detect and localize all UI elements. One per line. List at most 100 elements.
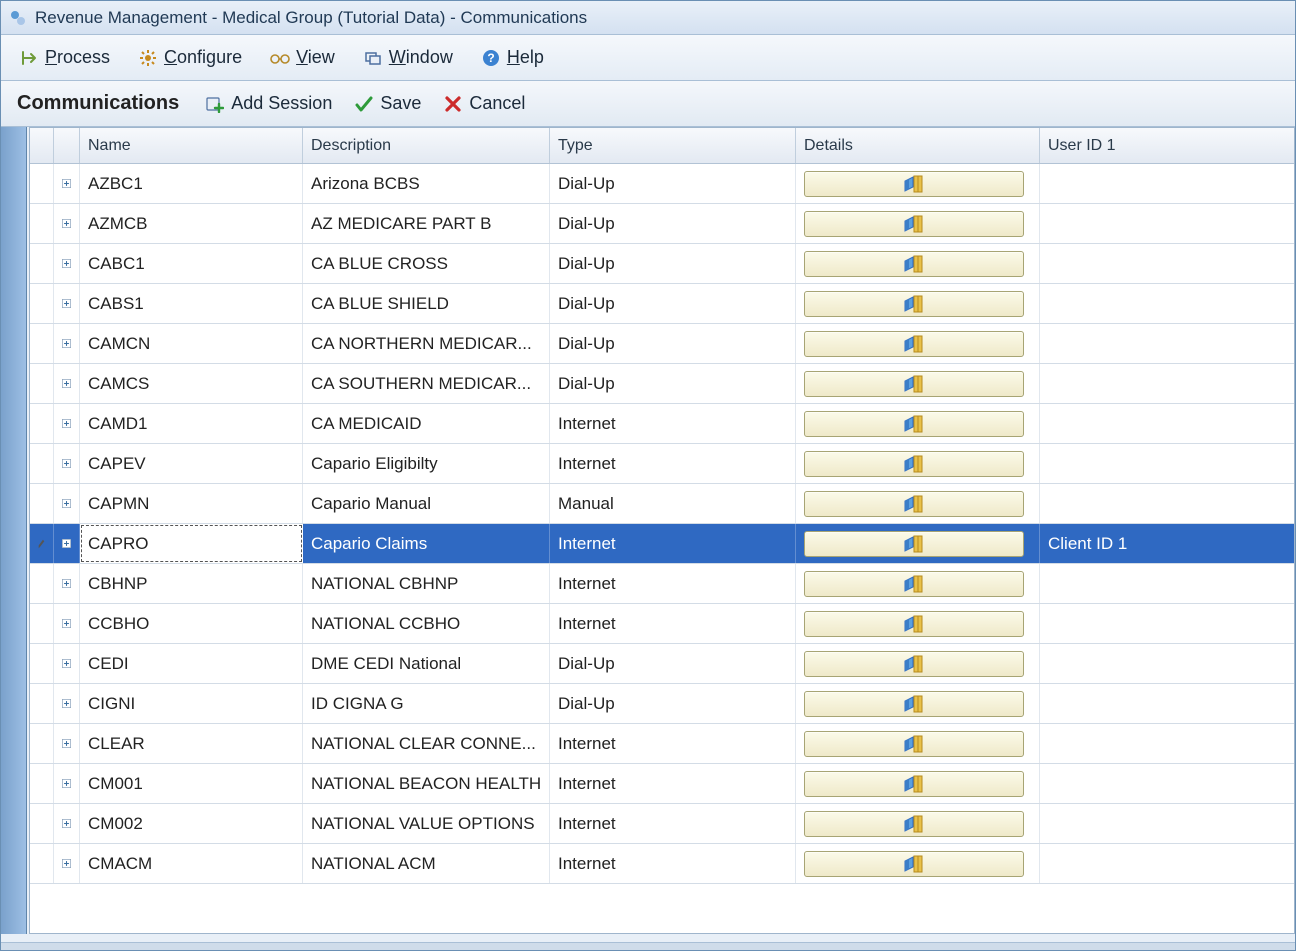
expand-icon[interactable] [54, 164, 80, 203]
expand-icon[interactable] [54, 284, 80, 323]
cell-name[interactable]: CCBHO [80, 604, 303, 643]
expand-icon[interactable] [54, 444, 80, 483]
menu-configure[interactable]: Configure [138, 47, 242, 68]
cell-name[interactable]: CLEAR [80, 724, 303, 763]
cell-type[interactable]: Dial-Up [550, 324, 796, 363]
cell-type[interactable]: Dial-Up [550, 284, 796, 323]
cell-userid1[interactable]: Client ID 1 [1040, 524, 1294, 563]
details-button[interactable] [804, 491, 1024, 517]
details-button[interactable] [804, 851, 1024, 877]
cell-userid1[interactable] [1040, 404, 1294, 443]
expander-header[interactable] [54, 128, 80, 163]
col-userid1[interactable]: User ID 1 [1040, 128, 1295, 163]
save-button[interactable]: Save [354, 93, 421, 114]
cell-description[interactable]: DME CEDI National [303, 644, 550, 683]
menu-help[interactable]: ? Help [481, 47, 544, 68]
cell-description[interactable]: NATIONAL CLEAR CONNE... [303, 724, 550, 763]
menu-window[interactable]: Window [363, 47, 453, 68]
cell-name[interactable]: CMACM [80, 844, 303, 883]
col-details[interactable]: Details [796, 128, 1040, 163]
table-row[interactable]: CAPMNCapario ManualManual [30, 484, 1294, 524]
cell-description[interactable]: CA NORTHERN MEDICAR... [303, 324, 550, 363]
details-button[interactable] [804, 531, 1024, 557]
cell-userid1[interactable] [1040, 164, 1294, 203]
table-row[interactable]: CAPEVCapario EligibiltyInternet [30, 444, 1294, 484]
cell-type[interactable]: Internet [550, 524, 796, 563]
cell-name[interactable]: CBHNP [80, 564, 303, 603]
table-row[interactable]: CABS1CA BLUE SHIELDDial-Up [30, 284, 1294, 324]
cell-userid1[interactable] [1040, 244, 1294, 283]
cell-type[interactable]: Dial-Up [550, 244, 796, 283]
cell-userid1[interactable] [1040, 364, 1294, 403]
table-row[interactable]: CAMCSCA SOUTHERN MEDICAR...Dial-Up [30, 364, 1294, 404]
cell-userid1[interactable] [1040, 484, 1294, 523]
cell-description[interactable]: NATIONAL BEACON HEALTH [303, 764, 550, 803]
col-type[interactable]: Type [550, 128, 796, 163]
details-button[interactable] [804, 811, 1024, 837]
details-button[interactable] [804, 411, 1024, 437]
expand-icon[interactable] [54, 404, 80, 443]
cell-userid1[interactable] [1040, 444, 1294, 483]
cell-userid1[interactable] [1040, 284, 1294, 323]
cell-name[interactable]: CEDI [80, 644, 303, 683]
expand-icon[interactable] [54, 244, 80, 283]
cell-name[interactable]: CAPRO [80, 524, 303, 563]
cell-description[interactable]: NATIONAL CBHNP [303, 564, 550, 603]
cell-type[interactable]: Dial-Up [550, 644, 796, 683]
menu-view[interactable]: View [270, 47, 335, 68]
table-row[interactable]: CM002NATIONAL VALUE OPTIONSInternet [30, 804, 1294, 844]
cell-type[interactable]: Dial-Up [550, 684, 796, 723]
cell-userid1[interactable] [1040, 724, 1294, 763]
table-row[interactable]: AZMCBAZ MEDICARE PART BDial-Up [30, 204, 1294, 244]
expand-icon[interactable] [54, 764, 80, 803]
cell-userid1[interactable] [1040, 644, 1294, 683]
expand-icon[interactable] [54, 684, 80, 723]
table-row[interactable]: CAPROCapario ClaimsInternetClient ID 1 [30, 524, 1294, 564]
cell-type[interactable]: Dial-Up [550, 204, 796, 243]
cell-description[interactable]: NATIONAL ACM [303, 844, 550, 883]
cell-type[interactable]: Dial-Up [550, 364, 796, 403]
cell-userid1[interactable] [1040, 844, 1294, 883]
details-button[interactable] [804, 371, 1024, 397]
expand-icon[interactable] [54, 204, 80, 243]
table-row[interactable]: AZBC1Arizona BCBSDial-Up [30, 164, 1294, 204]
col-name[interactable]: Name [80, 128, 303, 163]
cell-type[interactable]: Internet [550, 764, 796, 803]
cell-description[interactable]: CA MEDICAID [303, 404, 550, 443]
cell-userid1[interactable] [1040, 604, 1294, 643]
cell-description[interactable]: Arizona BCBS [303, 164, 550, 203]
cell-type[interactable]: Manual [550, 484, 796, 523]
cell-name[interactable]: CM002 [80, 804, 303, 843]
cell-userid1[interactable] [1040, 564, 1294, 603]
cell-userid1[interactable] [1040, 204, 1294, 243]
cell-description[interactable]: CA SOUTHERN MEDICAR... [303, 364, 550, 403]
cell-name[interactable]: CABS1 [80, 284, 303, 323]
cell-name[interactable]: CM001 [80, 764, 303, 803]
cell-name[interactable]: CAMD1 [80, 404, 303, 443]
expand-icon[interactable] [54, 364, 80, 403]
details-button[interactable] [804, 211, 1024, 237]
details-button[interactable] [804, 331, 1024, 357]
row-indicator-header[interactable] [30, 128, 54, 163]
expand-icon[interactable] [54, 484, 80, 523]
cell-userid1[interactable] [1040, 684, 1294, 723]
table-row[interactable]: CLEARNATIONAL CLEAR CONNE...Internet [30, 724, 1294, 764]
details-button[interactable] [804, 571, 1024, 597]
cell-description[interactable]: AZ MEDICARE PART B [303, 204, 550, 243]
cell-name[interactable]: CAPMN [80, 484, 303, 523]
details-button[interactable] [804, 731, 1024, 757]
cell-type[interactable]: Dial-Up [550, 164, 796, 203]
details-button[interactable] [804, 611, 1024, 637]
details-button[interactable] [804, 691, 1024, 717]
menu-process[interactable]: Process [19, 47, 110, 68]
cell-name[interactable]: CAMCS [80, 364, 303, 403]
table-row[interactable]: CM001NATIONAL BEACON HEALTHInternet [30, 764, 1294, 804]
cell-type[interactable]: Internet [550, 724, 796, 763]
cell-name[interactable]: CAPEV [80, 444, 303, 483]
table-row[interactable]: CIGNIID CIGNA GDial-Up [30, 684, 1294, 724]
cell-type[interactable]: Internet [550, 564, 796, 603]
expand-icon[interactable] [54, 524, 80, 563]
col-description[interactable]: Description [303, 128, 550, 163]
cell-description[interactable]: CA BLUE SHIELD [303, 284, 550, 323]
expand-icon[interactable] [54, 564, 80, 603]
